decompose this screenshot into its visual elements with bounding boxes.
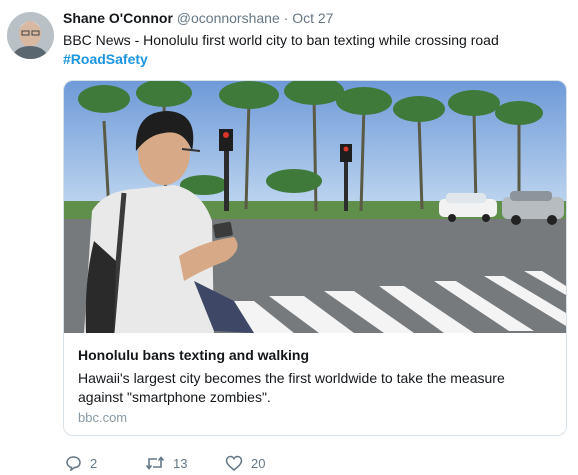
reply-count: 2 [90,455,98,471]
heart-icon [225,455,243,471]
tweet[interactable]: Shane O'Connor @oconnorshane · Oct 27 BB… [0,0,578,475]
author-name[interactable]: Shane O'Connor [63,10,173,26]
retweet-icon [145,455,165,471]
card-title[interactable]: Honolulu bans texting and walking [78,347,309,363]
card-domain: bbc.com [78,410,128,425]
retweet-count: 13 [173,455,188,471]
link-card[interactable]: Honolulu bans texting and walking Hawaii… [63,80,567,436]
separator: · [283,10,289,26]
reply-icon [65,455,82,471]
tweet-date[interactable]: Oct 27 [292,10,333,26]
reply-button[interactable]: 2 [65,455,97,471]
tweet-header: Shane O'Connor @oconnorshane · Oct 27 [63,10,333,26]
like-button[interactable]: 20 [225,455,265,471]
author-handle[interactable]: @oconnorshane [177,10,280,26]
like-count: 20 [251,455,266,471]
card-description: Hawaii's largest city becomes the first … [78,370,505,405]
card-image[interactable] [64,81,566,333]
retweet-button[interactable]: 13 [145,455,187,471]
avatar[interactable] [7,12,54,59]
hashtag-link[interactable]: #RoadSafety [63,50,148,69]
tweet-text: BBC News - Honolulu first world city to … [63,32,499,48]
